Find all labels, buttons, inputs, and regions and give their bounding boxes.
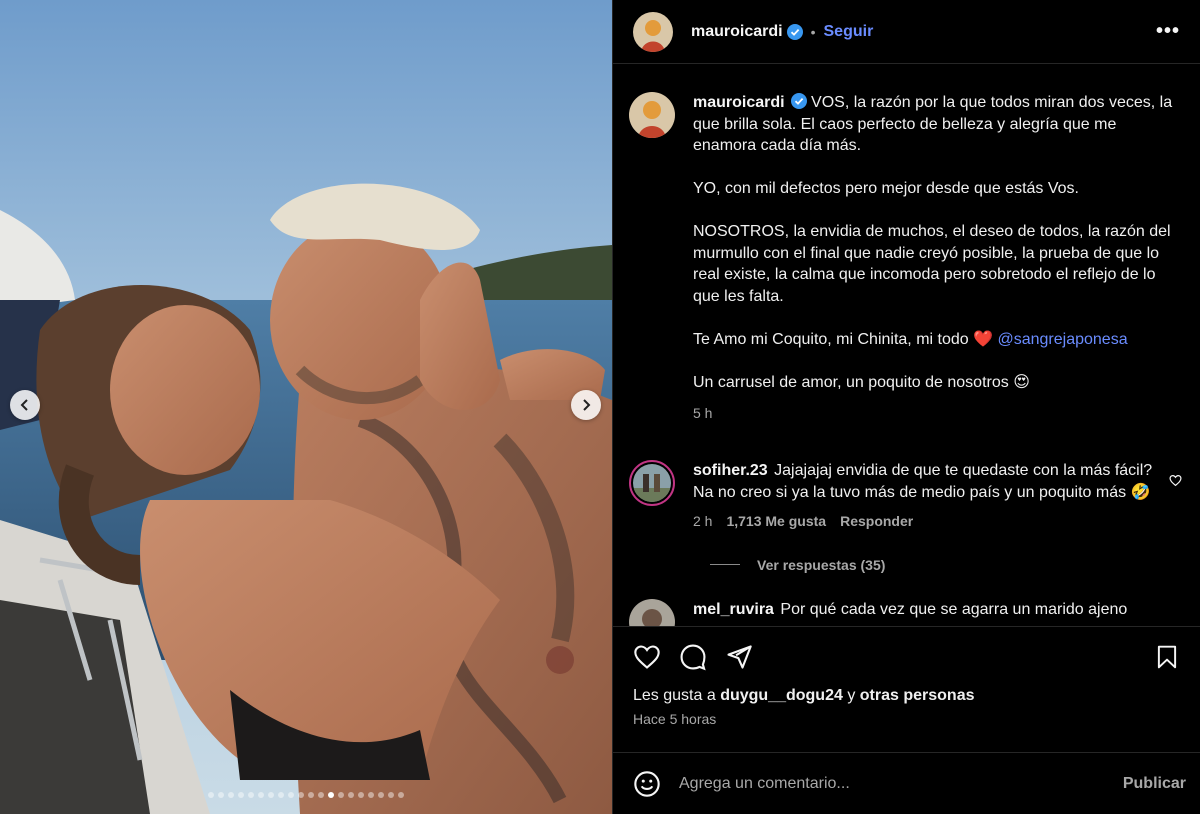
posted-time[interactable]: Hace 5 horas: [633, 711, 1180, 727]
chevron-left-icon: [20, 399, 28, 411]
carousel-dot: [278, 792, 284, 798]
carousel-prev-button[interactable]: [10, 390, 40, 420]
verified-badge-icon: [790, 93, 807, 109]
carousel-dot: [308, 792, 314, 798]
action-icons: [633, 643, 1180, 671]
comment-item: sofiher.23 Jajajajaj envidia de que te q…: [629, 460, 1182, 533]
comment-time[interactable]: 2 h: [693, 511, 712, 533]
avatar-image: [633, 11, 673, 52]
likes-others-link[interactable]: otras personas: [860, 687, 975, 704]
avatar-image: [633, 464, 671, 502]
commenter-avatar[interactable]: [629, 598, 675, 626]
carousel-dot: [218, 792, 224, 798]
carousel-dot: [378, 792, 384, 798]
carousel-dot: [298, 792, 304, 798]
caption-author-avatar[interactable]: [629, 92, 675, 138]
author-avatar[interactable]: [633, 11, 673, 52]
caption-paragraph: NOSOTROS, la envidia de muchos, el deseo…: [693, 223, 1171, 305]
carousel-indicator: [0, 792, 612, 798]
post-actions: Les gusta a duygu__dogu24 y otras person…: [613, 626, 1200, 752]
publish-button[interactable]: Publicar: [1123, 775, 1186, 793]
chevron-right-icon: [583, 399, 591, 411]
post-photo: [0, 0, 612, 814]
carousel-dot: [318, 792, 324, 798]
carousel-dot: [268, 792, 274, 798]
like-comment-heart-icon[interactable]: [1169, 474, 1182, 487]
carousel-dot: [228, 792, 234, 798]
caption-paragraph: Un carrusel de amor, un poquito de nosot…: [693, 373, 1030, 391]
carousel-dot: [338, 792, 344, 798]
carousel-dot: [388, 792, 394, 798]
view-replies-label: Ver respuestas (35): [757, 556, 886, 573]
caption-text: Te Amo mi Coquito, mi Chinita, mi todo ❤…: [693, 330, 994, 348]
avatar-image: [629, 92, 675, 138]
carousel-dot: [348, 792, 354, 798]
post-modal: mauroicardi • Seguir ••• mauroicardi VOS…: [0, 0, 1200, 814]
caption-paragraph: YO, con mil defectos pero mejor desde qu…: [693, 180, 1079, 197]
bookmark-icon[interactable]: [1154, 644, 1180, 670]
caption-time[interactable]: 5 h: [693, 403, 712, 425]
likes-middle: y: [847, 687, 856, 704]
replies-line: [710, 564, 740, 565]
comment-item: mel_ruvira Por qué cada vez que se agarr…: [629, 598, 1182, 627]
carousel-dot: [368, 792, 374, 798]
commenter-username[interactable]: sofiher.23: [693, 462, 768, 479]
post-media: [0, 0, 612, 814]
comment-body: mel_ruvira Por qué cada vez que se agarr…: [693, 599, 1182, 627]
verified-badge-icon: [786, 23, 803, 40]
post-sidebar: mauroicardi • Seguir ••• mauroicardi VOS…: [612, 0, 1200, 814]
emoji-picker-icon[interactable]: [633, 770, 661, 798]
comment-body: sofiher.23 Jajajajaj envidia de que te q…: [693, 460, 1159, 533]
comment-composer: Publicar: [613, 752, 1200, 814]
carousel-dot: [288, 792, 294, 798]
separator-dot: •: [810, 23, 816, 40]
more-options-button[interactable]: •••: [1156, 20, 1180, 43]
view-replies-button[interactable]: Ver respuestas (35): [710, 557, 1182, 573]
caption-meta: 5 h: [693, 403, 1182, 425]
carousel-dot: [358, 792, 364, 798]
comment-meta: 2 h 1,713 Me gusta Responder: [693, 511, 1159, 533]
reply-button[interactable]: Responder: [840, 511, 913, 533]
carousel-dot: [258, 792, 264, 798]
caption-paragraph: mauroicardi VOS, la razón por la que tod…: [693, 92, 1182, 157]
author-username[interactable]: mauroicardi: [691, 23, 783, 41]
follow-button[interactable]: Seguir: [824, 23, 874, 41]
caption-username[interactable]: mauroicardi: [693, 94, 785, 111]
post-header: mauroicardi • Seguir •••: [613, 0, 1200, 64]
comment-text-block: sofiher.23 Jajajajaj envidia de que te q…: [693, 460, 1159, 503]
mention-link[interactable]: @sangrejaponesa: [997, 331, 1127, 348]
carousel-dot: [208, 792, 214, 798]
caption: mauroicardi VOS, la razón por la que tod…: [629, 92, 1182, 424]
caption-body: mauroicardi VOS, la razón por la que tod…: [693, 92, 1182, 424]
share-send-icon[interactable]: [725, 643, 753, 671]
caption-paragraph: Te Amo mi Coquito, mi Chinita, mi todo ❤…: [693, 329, 1182, 351]
commenter-username[interactable]: mel_ruvira: [693, 601, 774, 618]
likes-prefix: Les gusta a: [633, 687, 716, 704]
carousel-dot: [248, 792, 254, 798]
comment-text: Por qué cada vez que se agarra un marido…: [780, 600, 1128, 618]
likes-summary: Les gusta a duygu__dogu24 y otras person…: [633, 687, 1180, 705]
comment-likes[interactable]: 1,713 Me gusta: [726, 511, 826, 533]
commenter-avatar[interactable]: [629, 460, 675, 506]
avatar-image: [629, 598, 675, 626]
like-heart-icon[interactable]: [633, 643, 661, 671]
carousel-dot: [398, 792, 404, 798]
comment-input[interactable]: [679, 774, 1123, 793]
comment-bubble-icon[interactable]: [679, 643, 707, 671]
carousel-next-button[interactable]: [571, 390, 601, 420]
carousel-dot: [238, 792, 244, 798]
comments-list[interactable]: mauroicardi VOS, la razón por la que tod…: [613, 64, 1200, 626]
carousel-dot: [328, 792, 334, 798]
likes-user-link[interactable]: duygu__dogu24: [720, 687, 843, 704]
